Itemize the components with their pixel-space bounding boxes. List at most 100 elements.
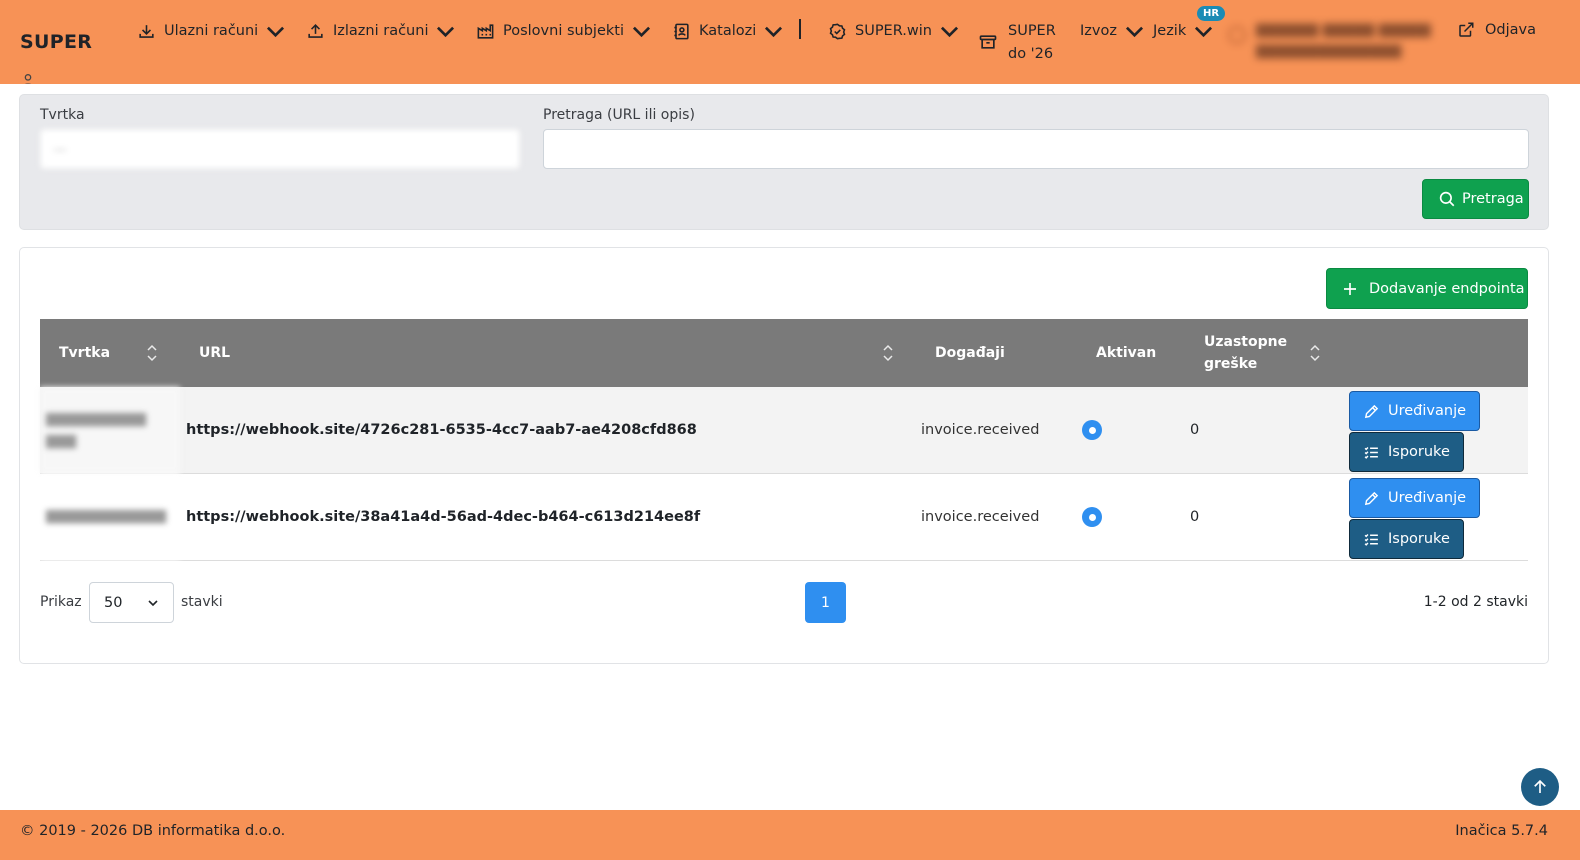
add-endpoint-label: Dodavanje endpointa (1369, 280, 1525, 297)
chevron-down-icon (148, 599, 158, 606)
edit-button-label: Uređivanje (1388, 403, 1467, 419)
list-check-icon (1364, 533, 1378, 546)
column-header-consecutive-errors[interactable]: Uzastopne greške (1204, 319, 1287, 387)
errors-header-line1: Uzastopne (1204, 334, 1288, 350)
nav-language-label: Jezik (1153, 23, 1187, 39)
sort-icon[interactable] (146, 343, 158, 363)
user-info-redacted: ▇▇▇▇▇▇ ▇▇▇▇▇ ▇▇▇▇▇ ▇▇▇▇▇▇▇▇▇▇▇▇▇▇ (1256, 22, 1431, 59)
webhook-icon (24, 74, 32, 84)
chevron-down-icon (437, 26, 455, 37)
column-header-active: Aktivan (1096, 345, 1157, 361)
download-icon (139, 24, 154, 38)
list-check-icon (1364, 446, 1378, 459)
page-title-partial (20, 72, 180, 84)
chevron-down-icon (765, 26, 783, 37)
nav-catalogs-label: Katalozi (699, 23, 757, 39)
nav-outgoing-label: Izlazni računi (333, 23, 429, 39)
top-navbar: SUPER Ulazni računi Izlazni računi Poslo… (0, 0, 1580, 84)
filter-panel: Tvrtka — Pretraga (URL ili opis) Pretrag… (19, 94, 1549, 230)
pencil-icon (1364, 491, 1379, 505)
table-row: ▇▇▇▇▇▇▇▇▇▇ ▇▇▇ https://webhook.site/4726c… (40, 387, 1528, 474)
chevron-down-icon (1125, 26, 1143, 37)
edit-button[interactable]: Uređivanje (1349, 391, 1481, 431)
errors-header-line2: greške (1204, 356, 1258, 372)
nav-super-26[interactable]: SUPER do '26 (978, 20, 1056, 66)
chevron-down-icon (267, 26, 285, 37)
column-header-company[interactable]: Tvrtka (59, 319, 110, 387)
sort-icon[interactable] (1309, 343, 1321, 363)
table-row: ▇▇▇▇▇▇▇▇▇▇▇▇ https://webhook.site/38a41a… (40, 474, 1528, 561)
page-size-value: 50 (104, 594, 123, 611)
sort-icon[interactable] (882, 343, 894, 363)
nav-export[interactable]: Izvoz (1080, 20, 1144, 42)
deliveries-button-label: Isporuke (1388, 444, 1450, 460)
rosette-check-icon (829, 23, 846, 39)
nav-partners-label: Poslovni subjekti (503, 23, 624, 39)
search-icon (1439, 191, 1455, 207)
user-account-menu[interactable]: ▇▇▇▇▇▇ ▇▇▇▇▇ ▇▇▇▇▇ ▇▇▇▇▇▇▇▇▇▇▇▇▇▇ (1228, 20, 1431, 62)
pagination-summary: 1-2 od 2 stavki (1423, 594, 1528, 610)
footer-copyright: © 2019 - 2026 DB informatika d.o.o. (20, 823, 286, 839)
search-button[interactable]: Pretraga (1422, 179, 1529, 219)
errors-cell: 0 (1190, 422, 1200, 438)
active-cell (1082, 387, 1102, 473)
deliveries-button[interactable]: Isporuke (1349, 519, 1464, 559)
errors-cell: 0 (1190, 509, 1200, 525)
edit-button[interactable]: Uređivanje (1349, 478, 1481, 518)
events-cell: invoice.received (921, 509, 1040, 525)
company-cell-redacted: ▇▇▇▇▇▇▇▇▇▇ ▇▇▇ (40, 387, 180, 473)
pencil-icon (1364, 404, 1379, 418)
deliveries-button-label: Isporuke (1388, 531, 1450, 547)
logout-label: Odjava (1485, 22, 1536, 38)
events-cell: invoice.received (921, 422, 1040, 438)
nav-incoming-invoices[interactable]: Ulazni računi (137, 20, 285, 42)
url-cell: https://webhook.site/38a41a4d-56ad-4dec-… (186, 509, 701, 525)
plus-icon (1344, 282, 1356, 295)
chevron-down-icon (1195, 26, 1213, 37)
footer-version: Inačica 5.7.4 (1455, 823, 1548, 839)
nav-language[interactable]: Jezik (1153, 20, 1213, 42)
nav-separator (799, 19, 801, 39)
deliveries-button[interactable]: Isporuke (1349, 432, 1464, 472)
chevron-down-icon (940, 26, 959, 37)
active-cell (1082, 474, 1102, 560)
nav-superwin-label: SUPER.win (855, 23, 932, 39)
company-filter-label: Tvrtka (40, 107, 85, 123)
nav-business-partners[interactable]: Poslovni subjekti (476, 20, 651, 42)
page-size-label: Prikaz (40, 594, 82, 610)
company-cell-redacted: ▇▇▇▇▇▇▇▇▇▇▇▇ (40, 474, 180, 560)
search-input[interactable] (543, 129, 1529, 169)
company-filter-select[interactable]: — (40, 129, 520, 169)
arrow-up-icon (1534, 779, 1546, 793)
nav-export-label: Izvoz (1080, 23, 1117, 39)
search-filter-label: Pretraga (URL ili opis) (543, 107, 695, 123)
language-badge: HR (1197, 6, 1226, 21)
url-cell: https://webhook.site/4726c281-6535-4cc7-… (186, 422, 697, 438)
active-indicator[interactable] (1082, 507, 1102, 527)
edit-button-label: Uređivanje (1388, 490, 1467, 506)
nav-outgoing-invoices[interactable]: Izlazni računi (306, 20, 455, 42)
upload-icon (308, 23, 323, 38)
table-header: Tvrtka URL Događaji Aktivan Uzastopne gr… (40, 319, 1528, 387)
nav-catalogs[interactable]: Katalozi (672, 20, 783, 42)
scroll-to-top-button[interactable] (1521, 768, 1559, 806)
factory-icon (477, 23, 494, 39)
items-label: stavki (181, 594, 223, 610)
page-size-select[interactable]: 50 (89, 582, 174, 623)
footer: © 2019 - 2026 DB informatika d.o.o. Inač… (0, 810, 1580, 860)
nav-incoming-label: Ulazni računi (164, 23, 259, 39)
nav-super-26-line1: SUPER (1008, 23, 1056, 39)
column-header-events: Događaji (935, 345, 1005, 361)
logout-button[interactable]: Odjava (1457, 21, 1536, 39)
address-book-icon (674, 23, 689, 39)
nav-superwin[interactable]: SUPER.win (828, 20, 959, 42)
page-button-current[interactable]: 1 (805, 582, 846, 623)
user-avatar-icon (1228, 26, 1246, 44)
brand-logo[interactable]: SUPER (20, 31, 92, 53)
active-indicator[interactable] (1082, 420, 1102, 440)
column-header-url[interactable]: URL (199, 319, 230, 387)
search-button-label: Pretraga (1462, 191, 1524, 207)
external-link-icon (1459, 22, 1474, 37)
nav-super-26-line2: do '26 (1008, 46, 1054, 62)
add-endpoint-button[interactable]: Dodavanje endpointa (1326, 268, 1528, 309)
